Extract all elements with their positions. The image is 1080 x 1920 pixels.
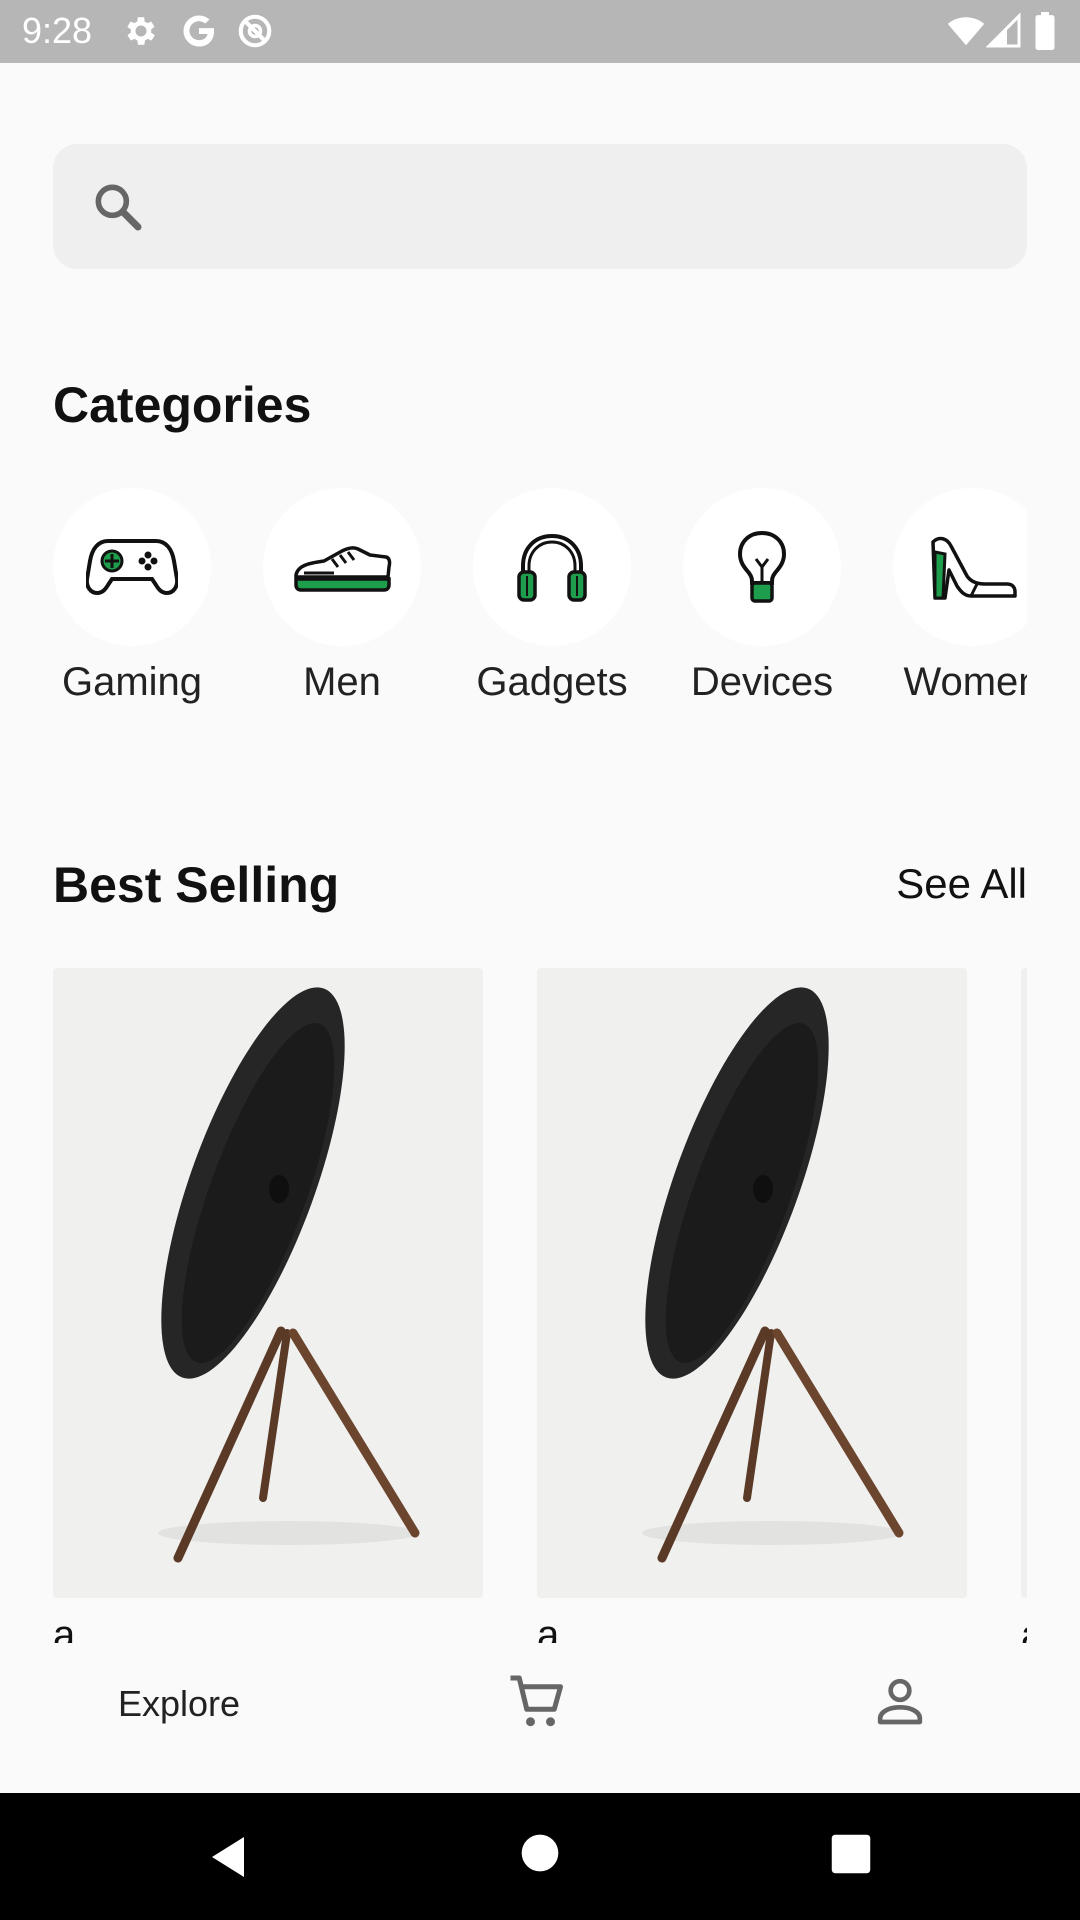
category-label: Women (903, 660, 1027, 704)
product-image[interactable] (537, 968, 967, 1598)
status-bar: 9:28 (0, 0, 1080, 63)
categories-title: Categories (53, 377, 312, 433)
product-name: a (537, 1613, 560, 1643)
system-navigation-bar (0, 1793, 1080, 1920)
cart-icon[interactable] (508, 1673, 568, 1733)
product-name: a (1021, 1613, 1027, 1643)
bottom-navigation: Explore (0, 1643, 1080, 1793)
speaker-stand-image (158, 987, 420, 1563)
home-icon[interactable] (520, 1833, 560, 1873)
search-bar[interactable] (53, 144, 1027, 269)
category-men[interactable]: Men (263, 488, 421, 738)
category-circle[interactable] (473, 488, 631, 646)
product-image[interactable] (53, 968, 483, 1598)
category-gaming[interactable]: Gaming (53, 488, 211, 738)
main-content[interactable]: Categories Gaming Men Gadgets Devices Wo… (0, 63, 1080, 1643)
category-label: Gadgets (476, 660, 628, 704)
battery-icon (1035, 12, 1055, 50)
best-selling-title: Best Selling (53, 857, 340, 913)
data-saver-icon (238, 14, 272, 48)
category-circle[interactable] (53, 488, 211, 646)
product-card[interactable]: a (1021, 968, 1027, 1643)
category-circle[interactable] (263, 488, 421, 646)
category-women[interactable]: Women (893, 488, 1027, 738)
headphones-icon (517, 533, 587, 602)
category-label: Men (303, 660, 381, 704)
best-selling-list[interactable]: a a a (53, 968, 1027, 1643)
google-icon (183, 15, 215, 47)
category-label: Gaming (61, 660, 203, 704)
nav-explore[interactable]: Explore (118, 1683, 240, 1725)
gamepad-icon (86, 539, 178, 596)
categories-list[interactable]: Gaming Men Gadgets Devices Women (53, 488, 1027, 738)
category-devices[interactable]: Devices (683, 488, 841, 738)
product-card[interactable]: a (537, 968, 967, 1643)
settings-icon (127, 17, 155, 45)
lightbulb-icon (737, 530, 787, 603)
search-input[interactable] (173, 144, 1003, 269)
product-card[interactable]: a (53, 968, 483, 1643)
category-circle[interactable] (893, 488, 1027, 646)
recents-icon[interactable] (830, 1833, 872, 1875)
signal-icon (986, 12, 1021, 48)
speaker-stand-image (642, 987, 904, 1563)
category-gadgets[interactable]: Gadgets (473, 488, 631, 738)
wifi-icon (947, 17, 985, 46)
product-image[interactable] (1021, 968, 1027, 1598)
account-icon[interactable] (872, 1673, 928, 1729)
product-name: a (53, 1613, 76, 1643)
back-icon[interactable] (204, 1833, 252, 1881)
status-time: 9:28 (22, 10, 93, 51)
sneaker-icon (294, 546, 392, 592)
category-circle[interactable] (683, 488, 841, 646)
high-heel-icon (931, 536, 1017, 600)
search-icon (95, 184, 142, 231)
see-all-link[interactable]: See All (896, 860, 1027, 908)
category-label: Devices (690, 660, 834, 704)
